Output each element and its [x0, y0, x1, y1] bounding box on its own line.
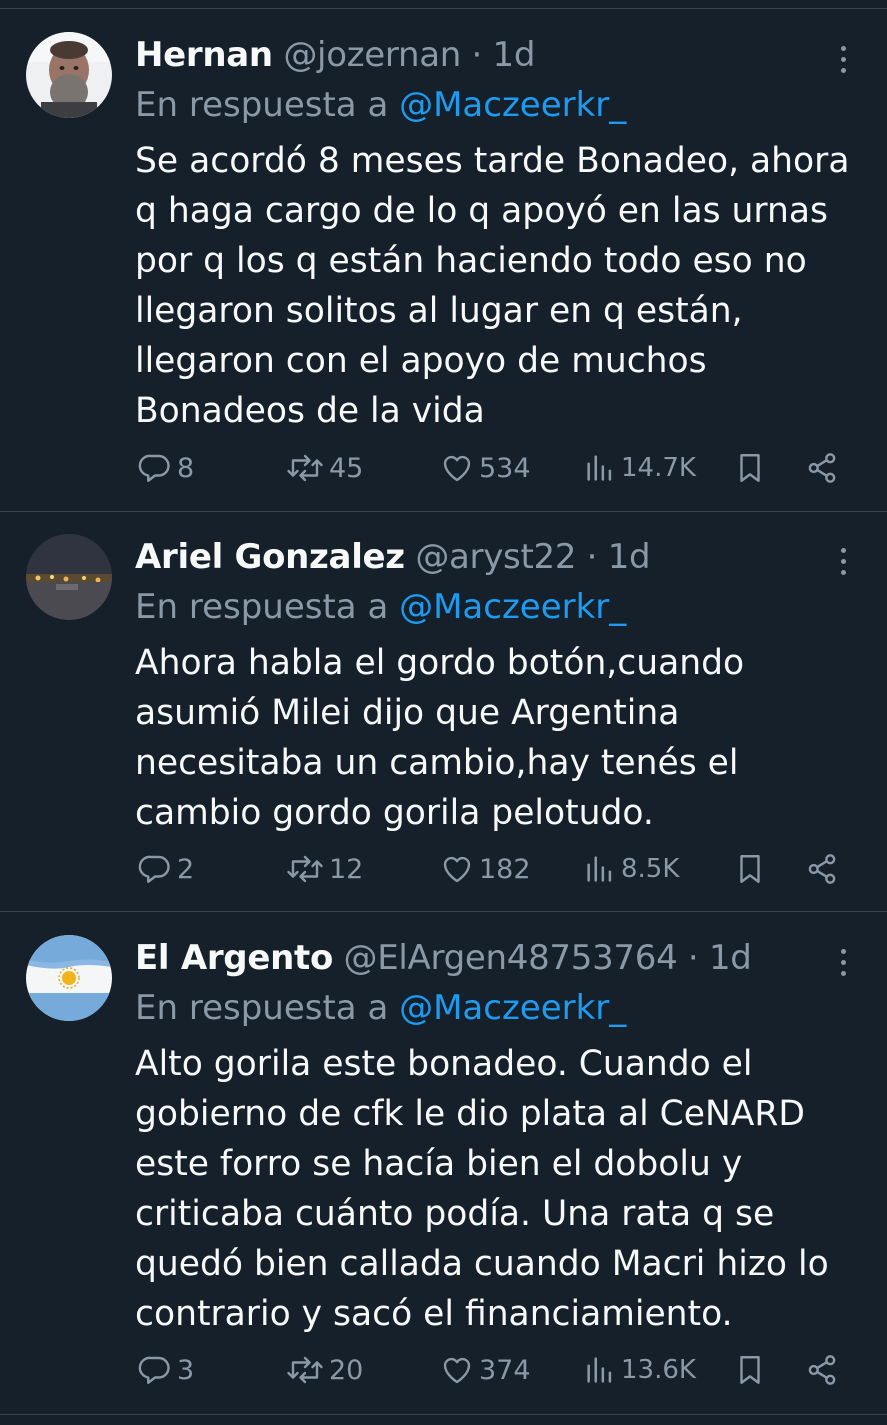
timestamp[interactable]: 1d — [608, 537, 651, 577]
user-handle[interactable]: @aryst22 — [415, 537, 576, 577]
reply-context: En respuesta a @Maczeerkr_ — [135, 985, 626, 1031]
repost-button[interactable]: 45 — [285, 443, 363, 493]
views-icon — [587, 856, 612, 882]
bookmark-icon — [740, 855, 760, 883]
views-button[interactable]: 13.6K — [583, 1345, 696, 1395]
more-options-icon[interactable] — [830, 943, 856, 983]
share-icon — [808, 453, 836, 483]
views-icon — [587, 1357, 612, 1383]
reply-context: En respuesta a @Maczeerkr_ — [135, 584, 626, 630]
reply-prefix: En respuesta a — [135, 988, 389, 1028]
tweet-header: El Argento @ElArgen48753764 · 1d — [135, 935, 752, 981]
reply-context: En respuesta a @Maczeerkr_ — [135, 82, 626, 128]
repost-count: 20 — [329, 1354, 364, 1386]
bookmark-icon — [740, 454, 760, 482]
timestamp[interactable]: 1d — [709, 938, 752, 978]
action-bar: 2 12 182 8.5K — [0, 844, 887, 894]
avatar[interactable] — [26, 534, 112, 620]
reply-prefix: En respuesta a — [135, 587, 389, 627]
repost-count: 45 — [329, 452, 364, 484]
tweet-divider — [0, 911, 887, 912]
share-button[interactable] — [804, 443, 840, 493]
views-button[interactable]: 14.7K — [583, 443, 696, 493]
tweet-header: Ariel Gonzalez @aryst22 · 1d — [135, 534, 651, 580]
repost-icon — [287, 855, 323, 883]
separator-dot: · — [687, 938, 699, 978]
timestamp[interactable]: 1d — [493, 35, 536, 75]
bookmark-button[interactable] — [733, 844, 767, 894]
reply-count: 8 — [177, 452, 195, 484]
tweet[interactable]: Hernan @jozernan · 1d En respuesta a @Ma… — [0, 10, 887, 512]
like-button[interactable]: 374 — [439, 1345, 531, 1395]
action-bar: 8 45 534 14.7K — [0, 443, 887, 493]
share-button[interactable] — [804, 844, 840, 894]
reply-button[interactable]: 3 — [137, 1345, 194, 1395]
repost-icon — [287, 1356, 323, 1384]
views-button[interactable]: 8.5K — [583, 844, 679, 894]
heart-icon — [443, 455, 471, 482]
like-count: 182 — [479, 853, 531, 885]
reply-count: 2 — [177, 853, 195, 885]
view-count: 14.7K — [621, 453, 696, 483]
share-icon — [808, 854, 836, 884]
tweet-text: Ahora habla el gordo botón,cuando asumió… — [135, 643, 745, 833]
repost-count: 12 — [329, 853, 364, 885]
display-name[interactable]: El Argento — [135, 938, 333, 978]
tweet[interactable]: Ariel Gonzalez @aryst22 · 1d En respuest… — [0, 512, 887, 912]
separator-dot: · — [586, 537, 598, 577]
tweet-text: Alto gorila este bonadeo. Cuando el gobi… — [135, 1044, 829, 1334]
like-count: 374 — [479, 1354, 531, 1386]
repost-icon — [287, 454, 323, 482]
reply-mention-link[interactable]: @Maczeerkr_ — [399, 988, 626, 1028]
like-button[interactable]: 534 — [439, 443, 531, 493]
reply-icon — [138, 855, 170, 883]
reply-count: 3 — [177, 1354, 195, 1386]
user-handle[interactable]: @ElArgen48753764 — [344, 938, 678, 978]
reply-prefix: En respuesta a — [135, 85, 389, 125]
reply-button[interactable]: 8 — [137, 443, 194, 493]
more-options-icon[interactable] — [830, 542, 856, 582]
share-icon — [808, 1355, 836, 1385]
tweet-text: Se acordó 8 meses tarde Bonadeo, ahora q… — [135, 141, 850, 431]
bookmark-button[interactable] — [733, 443, 767, 493]
display-name[interactable]: Hernan — [135, 35, 273, 75]
action-bar: 3 20 374 13.6K — [0, 1345, 887, 1395]
like-count: 534 — [479, 452, 531, 484]
heart-icon — [443, 856, 471, 883]
bookmark-button[interactable] — [733, 1345, 767, 1395]
avatar[interactable] — [26, 32, 112, 118]
more-options-icon[interactable] — [830, 40, 856, 80]
share-button[interactable] — [804, 1345, 840, 1395]
avatar[interactable] — [26, 935, 112, 1021]
display-name[interactable]: Ariel Gonzalez — [135, 537, 405, 577]
user-handle[interactable]: @jozernan — [283, 35, 461, 75]
tweet[interactable]: El Argento @ElArgen48753764 · 1d En resp… — [0, 913, 887, 1415]
like-button[interactable]: 182 — [439, 844, 531, 894]
reply-mention-link[interactable]: @Maczeerkr_ — [399, 85, 626, 125]
views-icon — [587, 455, 612, 481]
repost-button[interactable]: 12 — [285, 844, 363, 894]
bookmark-icon — [740, 1356, 760, 1384]
view-count: 13.6K — [621, 1355, 696, 1385]
separator-dot: · — [471, 35, 483, 75]
top-divider — [0, 8, 887, 9]
reply-mention-link[interactable]: @Maczeerkr_ — [399, 587, 626, 627]
tweet-divider — [0, 1414, 887, 1415]
reply-button[interactable]: 2 — [137, 844, 194, 894]
reply-icon — [138, 454, 170, 482]
view-count: 8.5K — [621, 854, 680, 884]
repost-button[interactable]: 20 — [285, 1345, 363, 1395]
heart-icon — [443, 1357, 471, 1384]
reply-icon — [138, 1356, 170, 1384]
tweet-header: Hernan @jozernan · 1d — [135, 32, 535, 78]
